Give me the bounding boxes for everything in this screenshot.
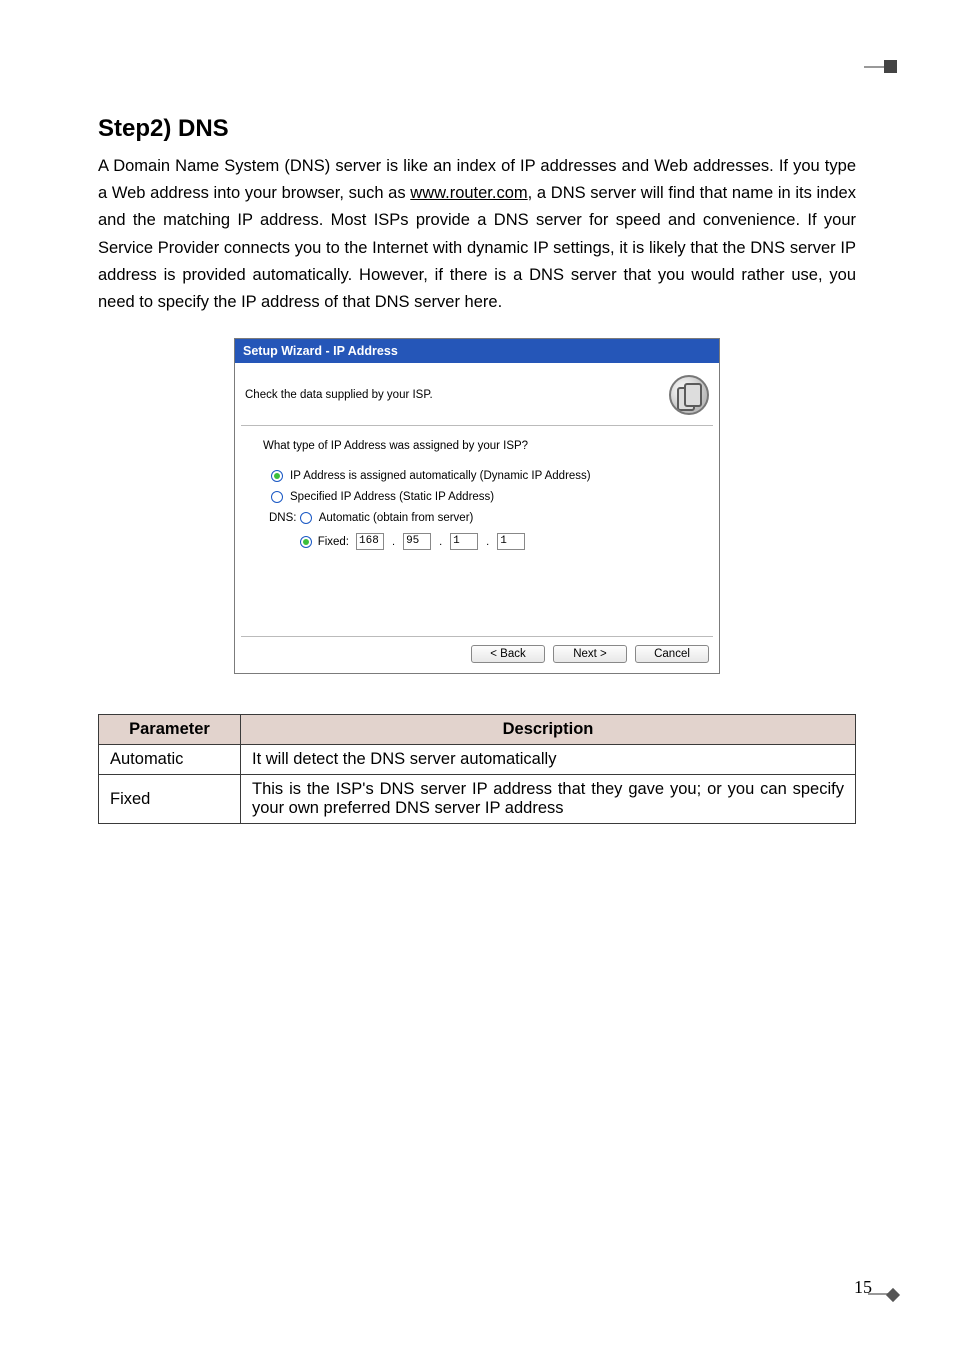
setup-wizard-dialog: Setup Wizard - IP Address Check the data… (234, 338, 720, 674)
radio-dns-fixed[interactable]: Fixed: 168.95.1.1 (300, 533, 527, 550)
wizard-question: What type of IP Address was assigned by … (263, 440, 695, 452)
header-description: Description (241, 715, 856, 745)
radio-static-ip[interactable]: Specified IP Address (Static IP Address) (271, 491, 695, 503)
page-content: Step2) DNS A Domain Name System (DNS) se… (0, 0, 954, 824)
parameter-table: Parameter Description Automatic It will … (98, 714, 856, 824)
ip-octet-4[interactable]: 1 (497, 533, 525, 550)
radio-label: Automatic (obtain from server) (319, 512, 474, 524)
radio-dns-automatic[interactable]: Automatic (obtain from server) (300, 512, 527, 524)
crop-mark-top (884, 60, 900, 76)
back-button[interactable]: < Back (471, 645, 545, 663)
wizard-titlebar: Setup Wizard - IP Address (235, 339, 719, 363)
step-heading: Step2) DNS (98, 115, 856, 143)
network-icon (669, 375, 709, 415)
radio-icon (300, 536, 312, 548)
ip-octet-3[interactable]: 1 (450, 533, 478, 550)
radio-icon (271, 470, 283, 482)
table-row: Automatic It will detect the DNS server … (99, 745, 856, 775)
wizard-body: What type of IP Address was assigned by … (235, 426, 719, 636)
radio-dynamic-ip[interactable]: IP Address is assigned automatically (Dy… (271, 470, 695, 482)
fixed-label: Fixed: (318, 536, 349, 548)
cell-param: Automatic (99, 745, 241, 775)
ip-octet-2[interactable]: 95 (403, 533, 431, 550)
header-parameter: Parameter (99, 715, 241, 745)
table-header-row: Parameter Description (99, 715, 856, 745)
cell-desc: This is the ISP's DNS server IP address … (241, 775, 856, 824)
ip-octet-1[interactable]: 168 (356, 533, 384, 550)
dns-label: DNS: (269, 512, 296, 524)
crop-mark-bottom (886, 1288, 900, 1302)
radio-label: Specified IP Address (Static IP Address) (290, 491, 494, 503)
wizard-subtitle-row: Check the data supplied by your ISP. (235, 363, 719, 425)
radio-icon (271, 491, 283, 503)
wizard-subtitle: Check the data supplied by your ISP. (245, 389, 433, 401)
wizard-button-row: < Back Next > Cancel (235, 637, 719, 673)
body-paragraph: A Domain Name System (DNS) server is lik… (98, 153, 856, 316)
body-text-part2: , a DNS server will find that name in it… (98, 184, 856, 311)
cancel-button[interactable]: Cancel (635, 645, 709, 663)
radio-icon (300, 512, 312, 524)
cell-desc: It will detect the DNS server automatica… (241, 745, 856, 775)
example-link: www.router.com (410, 184, 527, 202)
radio-label: IP Address is assigned automatically (Dy… (290, 470, 591, 482)
cell-param: Fixed (99, 775, 241, 824)
next-button[interactable]: Next > (553, 645, 627, 663)
table-row: Fixed This is the ISP's DNS server IP ad… (99, 775, 856, 824)
